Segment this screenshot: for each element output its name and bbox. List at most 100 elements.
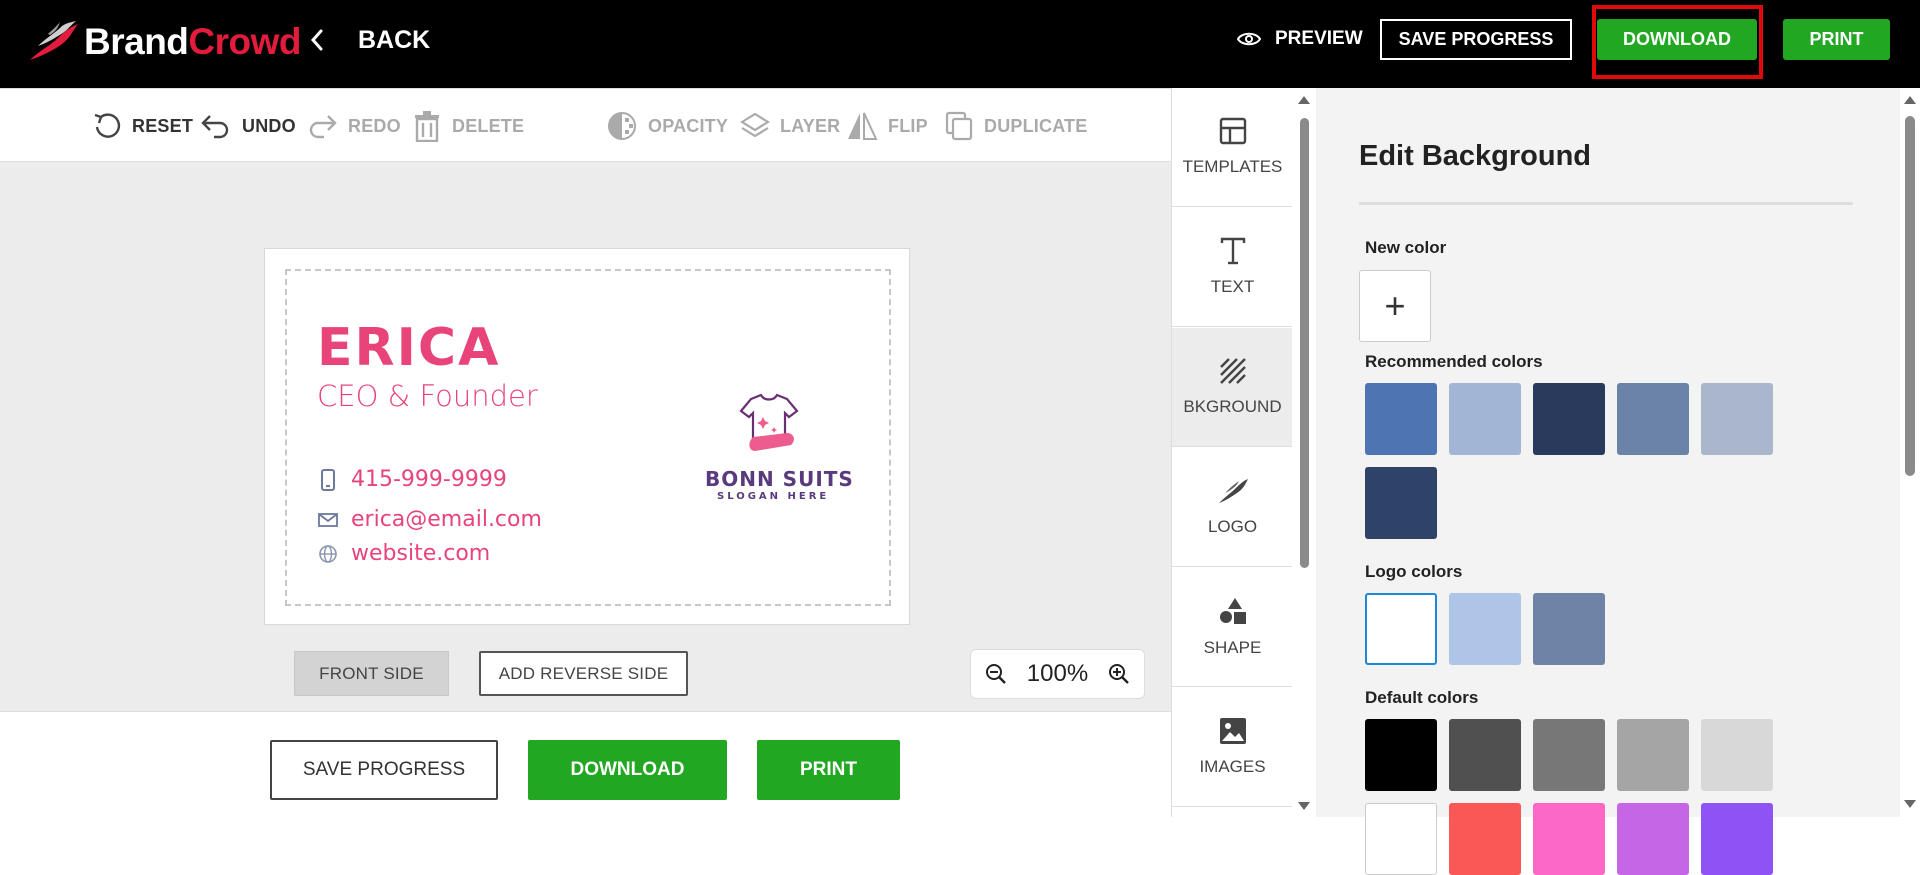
editor-side-nav: TEMPLATES TEXT BKGROUND LOGO SHAPE IMAGE… bbox=[1171, 88, 1293, 817]
back-button[interactable]: BACK bbox=[310, 20, 430, 60]
nav-text[interactable]: TEXT bbox=[1172, 208, 1293, 327]
add-reverse-side-button[interactable]: ADD REVERSE SIDE bbox=[479, 651, 688, 696]
flip-icon bbox=[848, 112, 878, 140]
new-color-label: New color bbox=[1365, 238, 1447, 257]
bottom-action-bar: SAVE PROGRESS DOWNLOAD PRINT bbox=[0, 711, 1171, 817]
logo-bird-icon bbox=[1218, 479, 1248, 503]
default-colors-label: Default colors bbox=[1365, 688, 1479, 707]
nav-text-label: TEXT bbox=[1210, 277, 1255, 296]
nav-background-label: BKGROUND bbox=[1183, 397, 1282, 416]
opacity-icon bbox=[608, 112, 636, 140]
default-swatch-4[interactable] bbox=[1617, 719, 1689, 791]
front-side-button[interactable]: FRONT SIDE bbox=[294, 651, 449, 696]
card-website-line[interactable]: website.com bbox=[317, 541, 490, 566]
print-button-top[interactable]: PRINT bbox=[1783, 19, 1890, 60]
brand-logo[interactable]: BrandCrowd bbox=[28, 14, 302, 70]
preview-button[interactable]: PREVIEW bbox=[1237, 23, 1363, 55]
duplicate-label: DUPLICATE bbox=[984, 115, 1088, 136]
recommended-swatch-5[interactable] bbox=[1701, 383, 1773, 455]
print-button-bottom[interactable]: PRINT bbox=[757, 740, 900, 800]
panel-scroll-down-arrow-icon[interactable] bbox=[1904, 800, 1916, 808]
reset-label: RESET bbox=[132, 115, 194, 136]
shapes-icon bbox=[1219, 598, 1246, 624]
eye-icon bbox=[1237, 32, 1261, 46]
card-website-text: website.com bbox=[351, 541, 491, 566]
duplicate-icon bbox=[945, 111, 973, 141]
default-swatch-3[interactable] bbox=[1533, 719, 1605, 791]
nav-templates[interactable]: TEMPLATES bbox=[1172, 88, 1293, 207]
templates-icon bbox=[1219, 117, 1246, 145]
card-name-text[interactable]: ERICA bbox=[317, 318, 500, 378]
nav-scrollbar[interactable] bbox=[1292, 88, 1316, 817]
scroll-up-arrow-icon[interactable] bbox=[1298, 96, 1310, 104]
card-logo-name[interactable]: BONN SUITS bbox=[705, 467, 854, 491]
redo-label: REDO bbox=[348, 115, 401, 136]
reset-icon bbox=[94, 113, 121, 138]
card-title-text[interactable]: CEO & Founder bbox=[317, 379, 538, 413]
layers-icon bbox=[740, 112, 770, 138]
nav-scroll-thumb[interactable] bbox=[1300, 118, 1309, 568]
default-swatch-5[interactable] bbox=[1701, 719, 1773, 791]
default-swatch-7[interactable] bbox=[1449, 803, 1521, 875]
card-logo-slogan[interactable]: SLOGAN HERE bbox=[717, 491, 829, 502]
recommended-swatch-1[interactable] bbox=[1365, 383, 1437, 455]
trash-icon bbox=[415, 111, 439, 142]
tshirt-logo-icon[interactable] bbox=[731, 393, 807, 459]
logo-swatch-1[interactable] bbox=[1365, 593, 1437, 665]
nav-images[interactable]: IMAGES bbox=[1172, 688, 1293, 807]
card-phone-text: 415-999-9999 bbox=[351, 467, 507, 492]
canvas-area: RESET UNDO REDO DELETE OPACITY LAYER FLI… bbox=[0, 88, 1171, 817]
nav-images-label: IMAGES bbox=[1199, 757, 1266, 776]
business-card-canvas[interactable]: ERICA CEO & Founder 415-999-9999 erica@e… bbox=[264, 248, 910, 625]
download-button-bottom[interactable]: DOWNLOAD bbox=[528, 740, 727, 800]
redo-button[interactable]: REDO bbox=[306, 109, 401, 143]
default-swatch-1[interactable] bbox=[1365, 719, 1437, 791]
zoom-control: 100% bbox=[970, 649, 1145, 699]
default-swatch-8[interactable] bbox=[1533, 803, 1605, 875]
layer-button[interactable]: LAYER bbox=[740, 109, 840, 143]
panel-scroll-thumb[interactable] bbox=[1905, 116, 1915, 476]
default-swatch-2[interactable] bbox=[1449, 719, 1521, 791]
zoom-out-icon[interactable] bbox=[985, 663, 1007, 685]
add-new-color-button[interactable]: + bbox=[1359, 270, 1431, 342]
default-swatch-6[interactable] bbox=[1365, 803, 1437, 875]
safe-area-border: ERICA CEO & Founder 415-999-9999 erica@e… bbox=[285, 269, 891, 606]
image-icon bbox=[1219, 718, 1246, 744]
layer-label: LAYER bbox=[780, 115, 841, 136]
zoom-in-icon[interactable] bbox=[1108, 663, 1130, 685]
phone-icon bbox=[321, 468, 335, 491]
card-phone-line[interactable]: 415-999-9999 bbox=[317, 467, 507, 492]
save-progress-button-bottom[interactable]: SAVE PROGRESS bbox=[270, 740, 498, 800]
card-email-text: erica@email.com bbox=[351, 507, 542, 532]
background-pattern-icon bbox=[1219, 358, 1246, 384]
default-swatch-10[interactable] bbox=[1701, 803, 1773, 875]
flip-button[interactable]: FLIP bbox=[846, 109, 928, 143]
panel-divider bbox=[1359, 202, 1853, 205]
edit-toolbar: RESET UNDO REDO DELETE OPACITY LAYER FLI… bbox=[0, 88, 1171, 162]
back-label: BACK bbox=[358, 25, 431, 54]
opacity-button[interactable]: OPACITY bbox=[606, 109, 728, 143]
logo-swatch-2[interactable] bbox=[1449, 593, 1521, 665]
undo-button[interactable]: UNDO bbox=[200, 109, 296, 143]
delete-button[interactable]: DELETE bbox=[412, 109, 524, 143]
preview-label: PREVIEW bbox=[1275, 28, 1363, 49]
default-swatch-9[interactable] bbox=[1617, 803, 1689, 875]
nav-background[interactable]: BKGROUND bbox=[1172, 328, 1293, 447]
card-email-line[interactable]: erica@email.com bbox=[317, 507, 542, 532]
logo-swatch-3[interactable] bbox=[1533, 593, 1605, 665]
chevron-left-icon bbox=[310, 29, 323, 51]
nav-shape[interactable]: SHAPE bbox=[1172, 568, 1293, 687]
save-progress-button-top[interactable]: SAVE PROGRESS bbox=[1380, 19, 1572, 60]
recommended-swatch-4[interactable] bbox=[1617, 383, 1689, 455]
duplicate-button[interactable]: DUPLICATE bbox=[944, 109, 1087, 143]
globe-icon bbox=[319, 544, 337, 563]
recommended-swatch-2[interactable] bbox=[1449, 383, 1521, 455]
nav-logo[interactable]: LOGO bbox=[1172, 448, 1293, 567]
reset-button[interactable]: RESET bbox=[92, 109, 193, 143]
panel-scrollbar[interactable] bbox=[1900, 88, 1920, 817]
recommended-swatch-3[interactable] bbox=[1533, 383, 1605, 455]
scroll-down-arrow-icon[interactable] bbox=[1298, 802, 1310, 810]
recommended-swatch-6[interactable] bbox=[1365, 467, 1437, 539]
panel-scroll-up-arrow-icon[interactable] bbox=[1904, 96, 1916, 104]
envelope-icon bbox=[318, 512, 338, 527]
